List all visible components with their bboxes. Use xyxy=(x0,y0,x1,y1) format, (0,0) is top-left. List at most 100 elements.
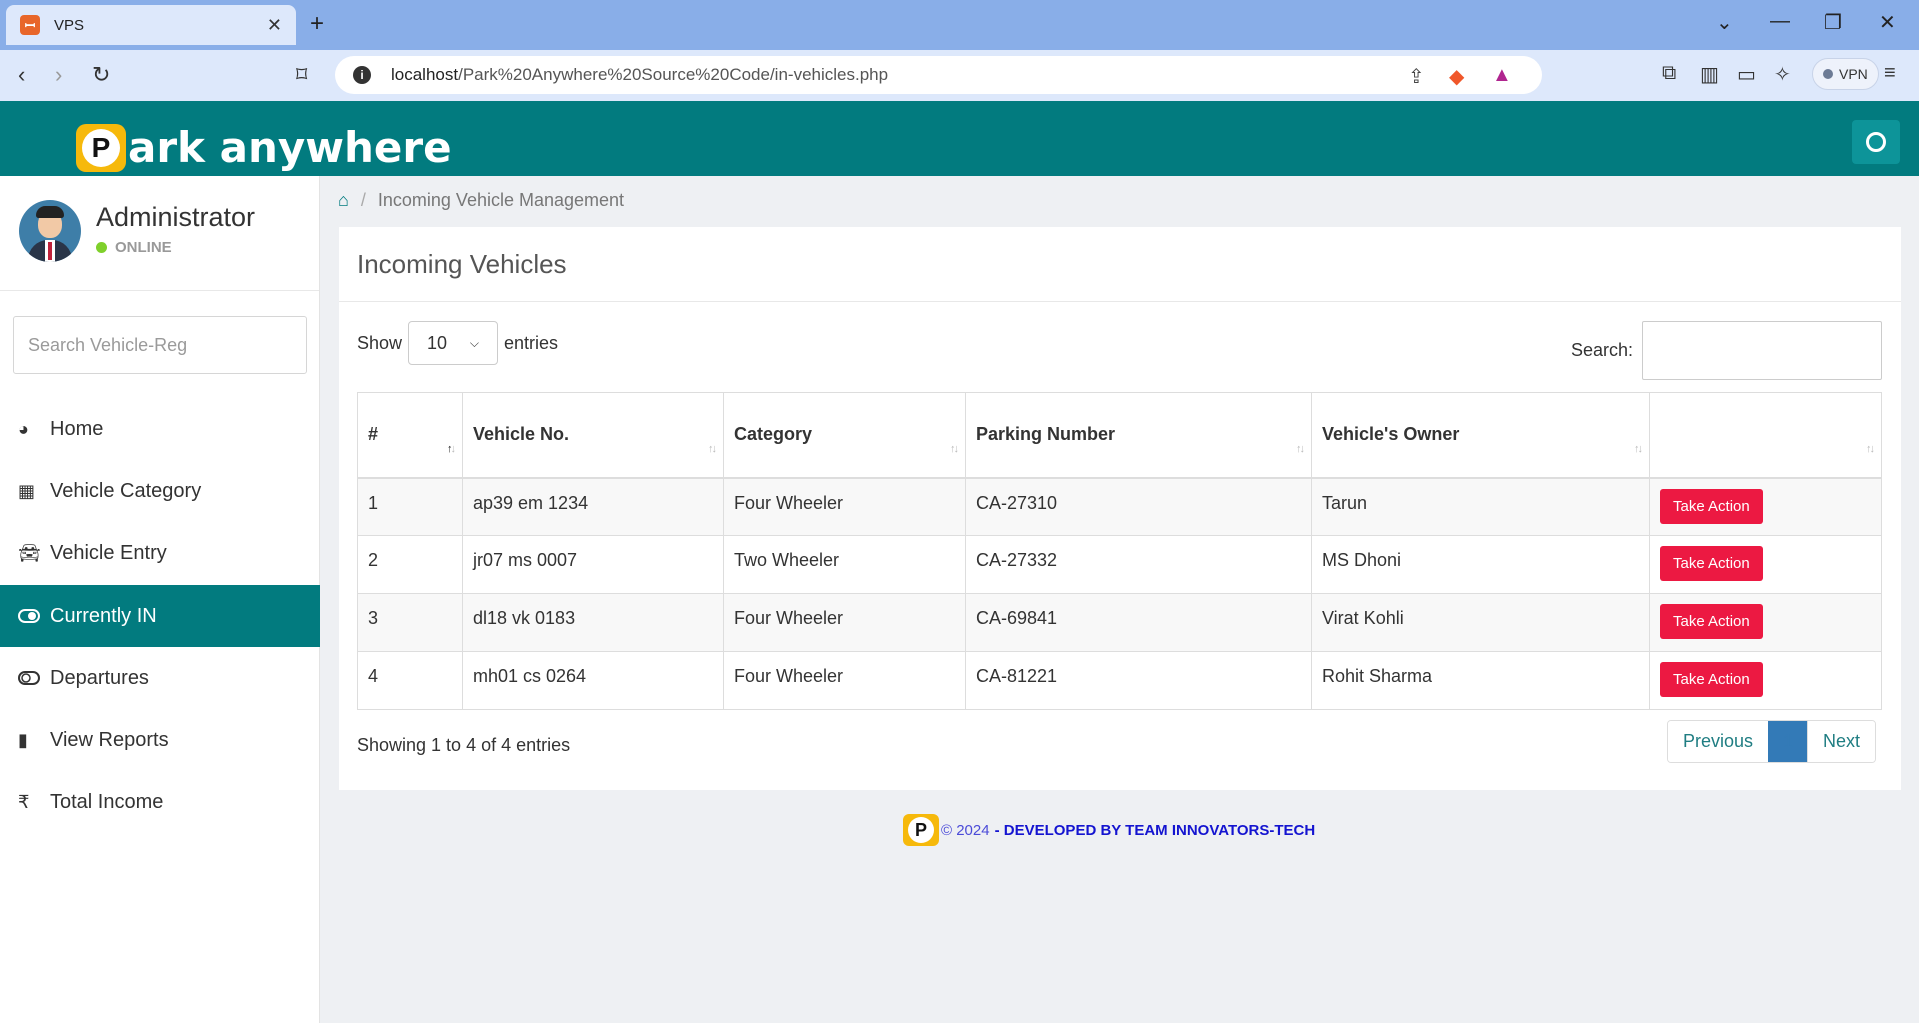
brave-shield-icon[interactable]: ◆ xyxy=(1449,64,1464,89)
table-header-row: # ↑↓ Vehicle No. ↑↓ Category ↑↓ Parking Num… xyxy=(357,392,1882,479)
forward-icon[interactable]: › xyxy=(55,62,62,88)
cell-number: 4 xyxy=(357,651,463,710)
user-menu-button[interactable] xyxy=(1852,120,1900,164)
sidebar-item-departures[interactable]: Departures xyxy=(0,647,320,709)
cell-vehicle-no: mh01 cs 0264 xyxy=(462,651,724,710)
share-icon[interactable]: ⇪ xyxy=(1408,64,1425,89)
toggle-on-svg xyxy=(18,609,40,623)
table-row: 2 jr07 ms 0007 Two Wheeler CA-27332 MS D… xyxy=(357,535,1882,594)
restore-button[interactable]: ❐ xyxy=(1824,10,1842,35)
grid-icon: ▦ xyxy=(18,480,36,501)
vpn-button[interactable]: VPN xyxy=(1812,58,1879,90)
next-page-button[interactable]: Next xyxy=(1808,721,1876,762)
cell-category: Two Wheeler xyxy=(723,535,966,594)
tab-title: VPS xyxy=(54,16,85,34)
bookmark-icon[interactable]: ⌑ xyxy=(296,62,307,88)
previous-page-button[interactable]: Previous xyxy=(1668,721,1769,762)
sidebar-item-total-income[interactable]: ₹ Total Income xyxy=(0,771,320,833)
brave-rewards-icon[interactable]: ▲ xyxy=(1492,64,1512,87)
take-action-button[interactable]: Take Action xyxy=(1660,488,1763,524)
chevron-down-icon: ⌵ xyxy=(469,335,480,350)
rupee-icon: ₹ xyxy=(18,791,30,812)
show-entries: Show 10 ⌵ entries xyxy=(357,321,558,365)
sort-icon: ↑↓ xyxy=(950,442,959,455)
site-info-icon[interactable]: i xyxy=(353,66,371,84)
avatar-hair xyxy=(36,206,64,218)
column-header-parking-number[interactable]: Parking Number ↑↓ xyxy=(965,392,1312,479)
cell-owner: MS Dhoni xyxy=(1311,535,1650,594)
home-icon[interactable]: ⌂ xyxy=(338,190,349,211)
cell-vehicle-no: ap39 em 1234 xyxy=(462,477,724,536)
online-dot-icon xyxy=(96,242,107,253)
car-icon: 🚘︎ xyxy=(18,542,41,563)
current-page-button[interactable]: 1 xyxy=(1768,721,1809,762)
panel-title: Incoming Vehicles xyxy=(357,249,567,279)
footer-logo-icon: P xyxy=(903,814,939,846)
toggle-off-icon xyxy=(18,671,40,685)
cell-owner: Virat Kohli xyxy=(1311,593,1650,652)
close-window-button[interactable]: ✕ xyxy=(1879,10,1896,35)
cell-vehicle-no: dl18 vk 0183 xyxy=(462,593,724,652)
wallet-icon[interactable]: ▭ xyxy=(1737,62,1756,87)
footer-logo-letter: P xyxy=(908,817,934,843)
menu-icon[interactable]: ≡ xyxy=(1884,62,1896,85)
sidebar-item-label: Home xyxy=(50,417,104,440)
column-header-vehicle-no[interactable]: Vehicle No. ↑↓ xyxy=(462,392,724,479)
table-search-input[interactable] xyxy=(1642,321,1882,380)
address-bar[interactable]: i localhost/Park%20Anywhere%20Source%20C… xyxy=(335,56,1542,94)
close-tab-icon[interactable]: ✕ xyxy=(267,15,282,36)
showing-info: Showing 1 to 4 of 4 entries xyxy=(357,735,571,755)
sidebar-toggle-icon[interactable]: ▥ xyxy=(1700,62,1719,87)
cell-number: 3 xyxy=(357,593,463,652)
file-icon: ▮ xyxy=(18,729,28,750)
entries-value: 10 xyxy=(427,332,448,353)
browser-toolbar: ‹ › ↻ ⌑ i localhost/Park%20Anywhere%20So… xyxy=(0,50,1919,101)
leo-ai-icon[interactable]: ✧ xyxy=(1774,62,1791,87)
xampp-favicon-icon: ꟷ xyxy=(20,15,40,35)
reload-icon[interactable]: ↻ xyxy=(92,62,110,88)
vehicle-search-input[interactable] xyxy=(13,316,307,374)
avatar-tie xyxy=(48,242,52,260)
browser-tab[interactable]: ꟷ VPS ✕ xyxy=(6,5,296,45)
logo-letter: P xyxy=(82,128,120,167)
minimize-button[interactable]: — xyxy=(1770,10,1790,33)
cell-action: Take Action xyxy=(1649,593,1882,652)
avatar xyxy=(19,200,81,262)
column-header-action[interactable]: ↑↓ xyxy=(1649,392,1882,479)
sidebar-item-home[interactable]: ◕ Home xyxy=(0,398,320,460)
back-icon[interactable]: ‹ xyxy=(18,62,25,88)
extensions-icon[interactable]: ⧉ xyxy=(1662,62,1676,85)
cell-category: Four Wheeler xyxy=(723,593,966,652)
status-text: ONLINE xyxy=(115,239,172,256)
new-tab-button[interactable]: + xyxy=(310,10,324,38)
sidebar-item-label: Vehicle Entry xyxy=(50,541,167,564)
sidebar-item-vehicle-category[interactable]: ▦ Vehicle Category xyxy=(0,460,320,522)
vpn-label: VPN xyxy=(1839,66,1868,82)
column-header-owner[interactable]: Vehicle's Owner ↑↓ xyxy=(1311,392,1650,479)
entries-select[interactable]: 10 ⌵ xyxy=(408,321,499,365)
entries-label: entries xyxy=(504,332,559,353)
take-action-button[interactable]: Take Action xyxy=(1660,546,1763,581)
take-action-button[interactable]: Take Action xyxy=(1660,662,1763,697)
sidebar-item-vehicle-entry[interactable]: 🚘︎ Vehicle Entry xyxy=(0,522,320,584)
column-header-category[interactable]: Category ↑↓ xyxy=(723,392,966,479)
cell-vehicle-no: jr07 ms 0007 xyxy=(462,535,724,594)
logo[interactable]: P ark anywhere xyxy=(76,123,452,172)
user-circle-icon xyxy=(1866,132,1886,152)
column-header-number[interactable]: # ↑↓ xyxy=(357,392,463,479)
sort-icon: ↑↓ xyxy=(1634,442,1643,455)
sidebar-item-view-reports[interactable]: ▮ View Reports xyxy=(0,709,320,771)
logo-text: ark anywhere xyxy=(128,123,452,172)
sort-icon: ↑↓ xyxy=(1866,442,1875,455)
cell-number: 2 xyxy=(357,535,463,594)
sidebar-item-currently-in[interactable]: Currently IN xyxy=(0,585,320,647)
cell-parking-number: CA-81221 xyxy=(965,651,1312,710)
profile-name: Administrator xyxy=(96,202,256,232)
column-label: # xyxy=(368,424,379,445)
table-search-label: Search: xyxy=(1571,340,1634,360)
toggle-on-icon xyxy=(18,609,40,623)
take-action-button[interactable]: Take Action xyxy=(1660,604,1763,639)
cell-owner: Tarun xyxy=(1311,477,1650,536)
tab-search-chevron-icon[interactable]: ⌄ xyxy=(1716,10,1733,35)
dashboard-icon: ◕ xyxy=(18,418,29,439)
